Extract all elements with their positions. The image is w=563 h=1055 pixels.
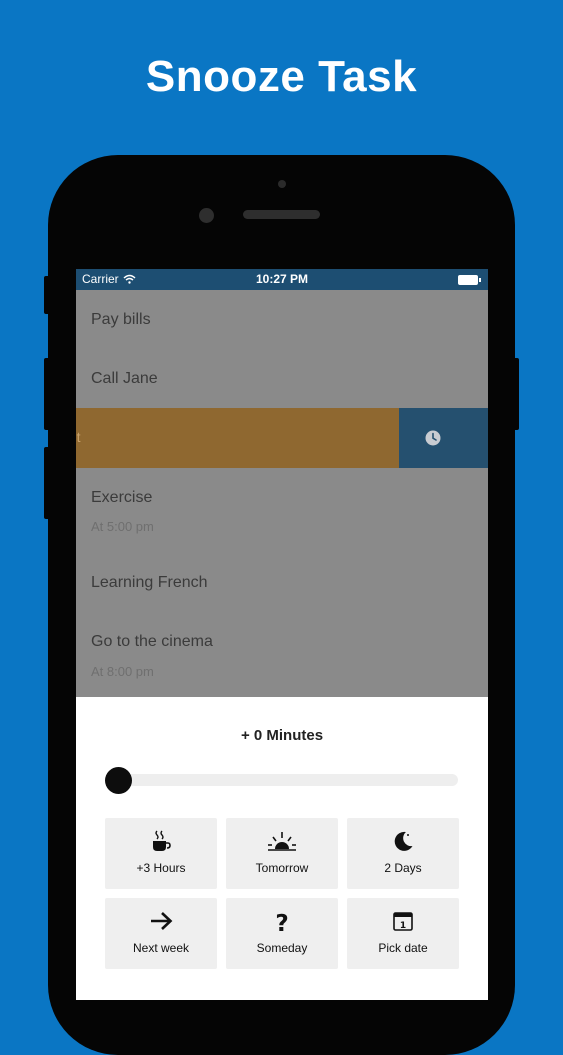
task-row[interactable]: Call Jane <box>76 349 488 408</box>
front-camera <box>199 208 214 223</box>
task-row[interactable]: Pay bills <box>76 290 488 349</box>
battery-icon <box>458 275 481 285</box>
snooze-option-3-hours[interactable]: +3 Hours <box>105 818 217 889</box>
snooze-option-label: 2 Days <box>384 861 422 875</box>
snooze-option-label: Pick date <box>378 941 428 955</box>
clock-icon <box>425 430 441 446</box>
earpiece-speaker <box>243 210 320 219</box>
task-row[interactable]: Learning French <box>76 552 488 611</box>
svg-text:1: 1 <box>400 921 406 931</box>
snooze-option-next-week[interactable]: Next week <box>105 898 217 969</box>
task-title: Exercise <box>91 489 153 506</box>
snooze-option-label: Someday <box>256 941 308 955</box>
camera-dot <box>278 180 286 188</box>
snooze-option-2-days[interactable]: 2 Days <box>347 818 459 889</box>
swiped-task-row[interactable]: sent <box>76 408 488 468</box>
svg-text:?: ? <box>275 911 288 934</box>
coffee-cup-icon <box>153 830 171 851</box>
status-time: 10:27 PM <box>255 272 309 286</box>
moon-icon <box>394 831 413 851</box>
task-title: Pay bills <box>91 311 151 328</box>
snooze-option-tomorrow[interactable]: Tomorrow <box>226 818 338 889</box>
arrow-right-icon <box>151 912 173 930</box>
snooze-option-label: Next week <box>132 941 190 955</box>
snooze-amount-label: + 0 Minutes <box>240 727 324 744</box>
snooze-slider-thumb[interactable] <box>105 767 132 794</box>
app-screen: Carrier 10:27 PM Pay bills Call Jane sen… <box>76 269 488 1000</box>
task-subtitle: At 5:00 pm <box>91 519 154 534</box>
snooze-sheet: + 0 Minutes +3 Hours Tomorrow 2 Days Nex… <box>76 697 488 1000</box>
task-row[interactable]: Go to the cinema At 8:00 pm <box>76 611 488 697</box>
task-title: Learning French <box>91 574 208 591</box>
task-subtitle: At 8:00 pm <box>91 664 154 679</box>
task-title: Call Jane <box>91 370 158 387</box>
snooze-option-label: +3 Hours <box>136 861 186 875</box>
snooze-option-someday[interactable]: ? Someday <box>226 898 338 969</box>
snooze-action-button[interactable] <box>399 408 488 468</box>
task-row[interactable]: Exercise At 5:00 pm <box>76 468 488 552</box>
swiped-task-content[interactable]: sent <box>76 408 399 468</box>
task-title: sent <box>76 429 81 445</box>
snooze-option-pick-date[interactable]: 1 Pick date <box>347 898 459 969</box>
task-title: Go to the cinema <box>91 633 213 650</box>
status-bar: Carrier 10:27 PM <box>76 269 488 290</box>
snooze-slider-track[interactable] <box>106 774 458 786</box>
promo-headline: Snooze Task <box>145 52 418 101</box>
calendar-icon: 1 <box>393 912 413 931</box>
snooze-option-label: Tomorrow <box>255 861 309 875</box>
question-mark-icon: ? <box>275 911 288 934</box>
sunrise-icon <box>268 832 296 851</box>
